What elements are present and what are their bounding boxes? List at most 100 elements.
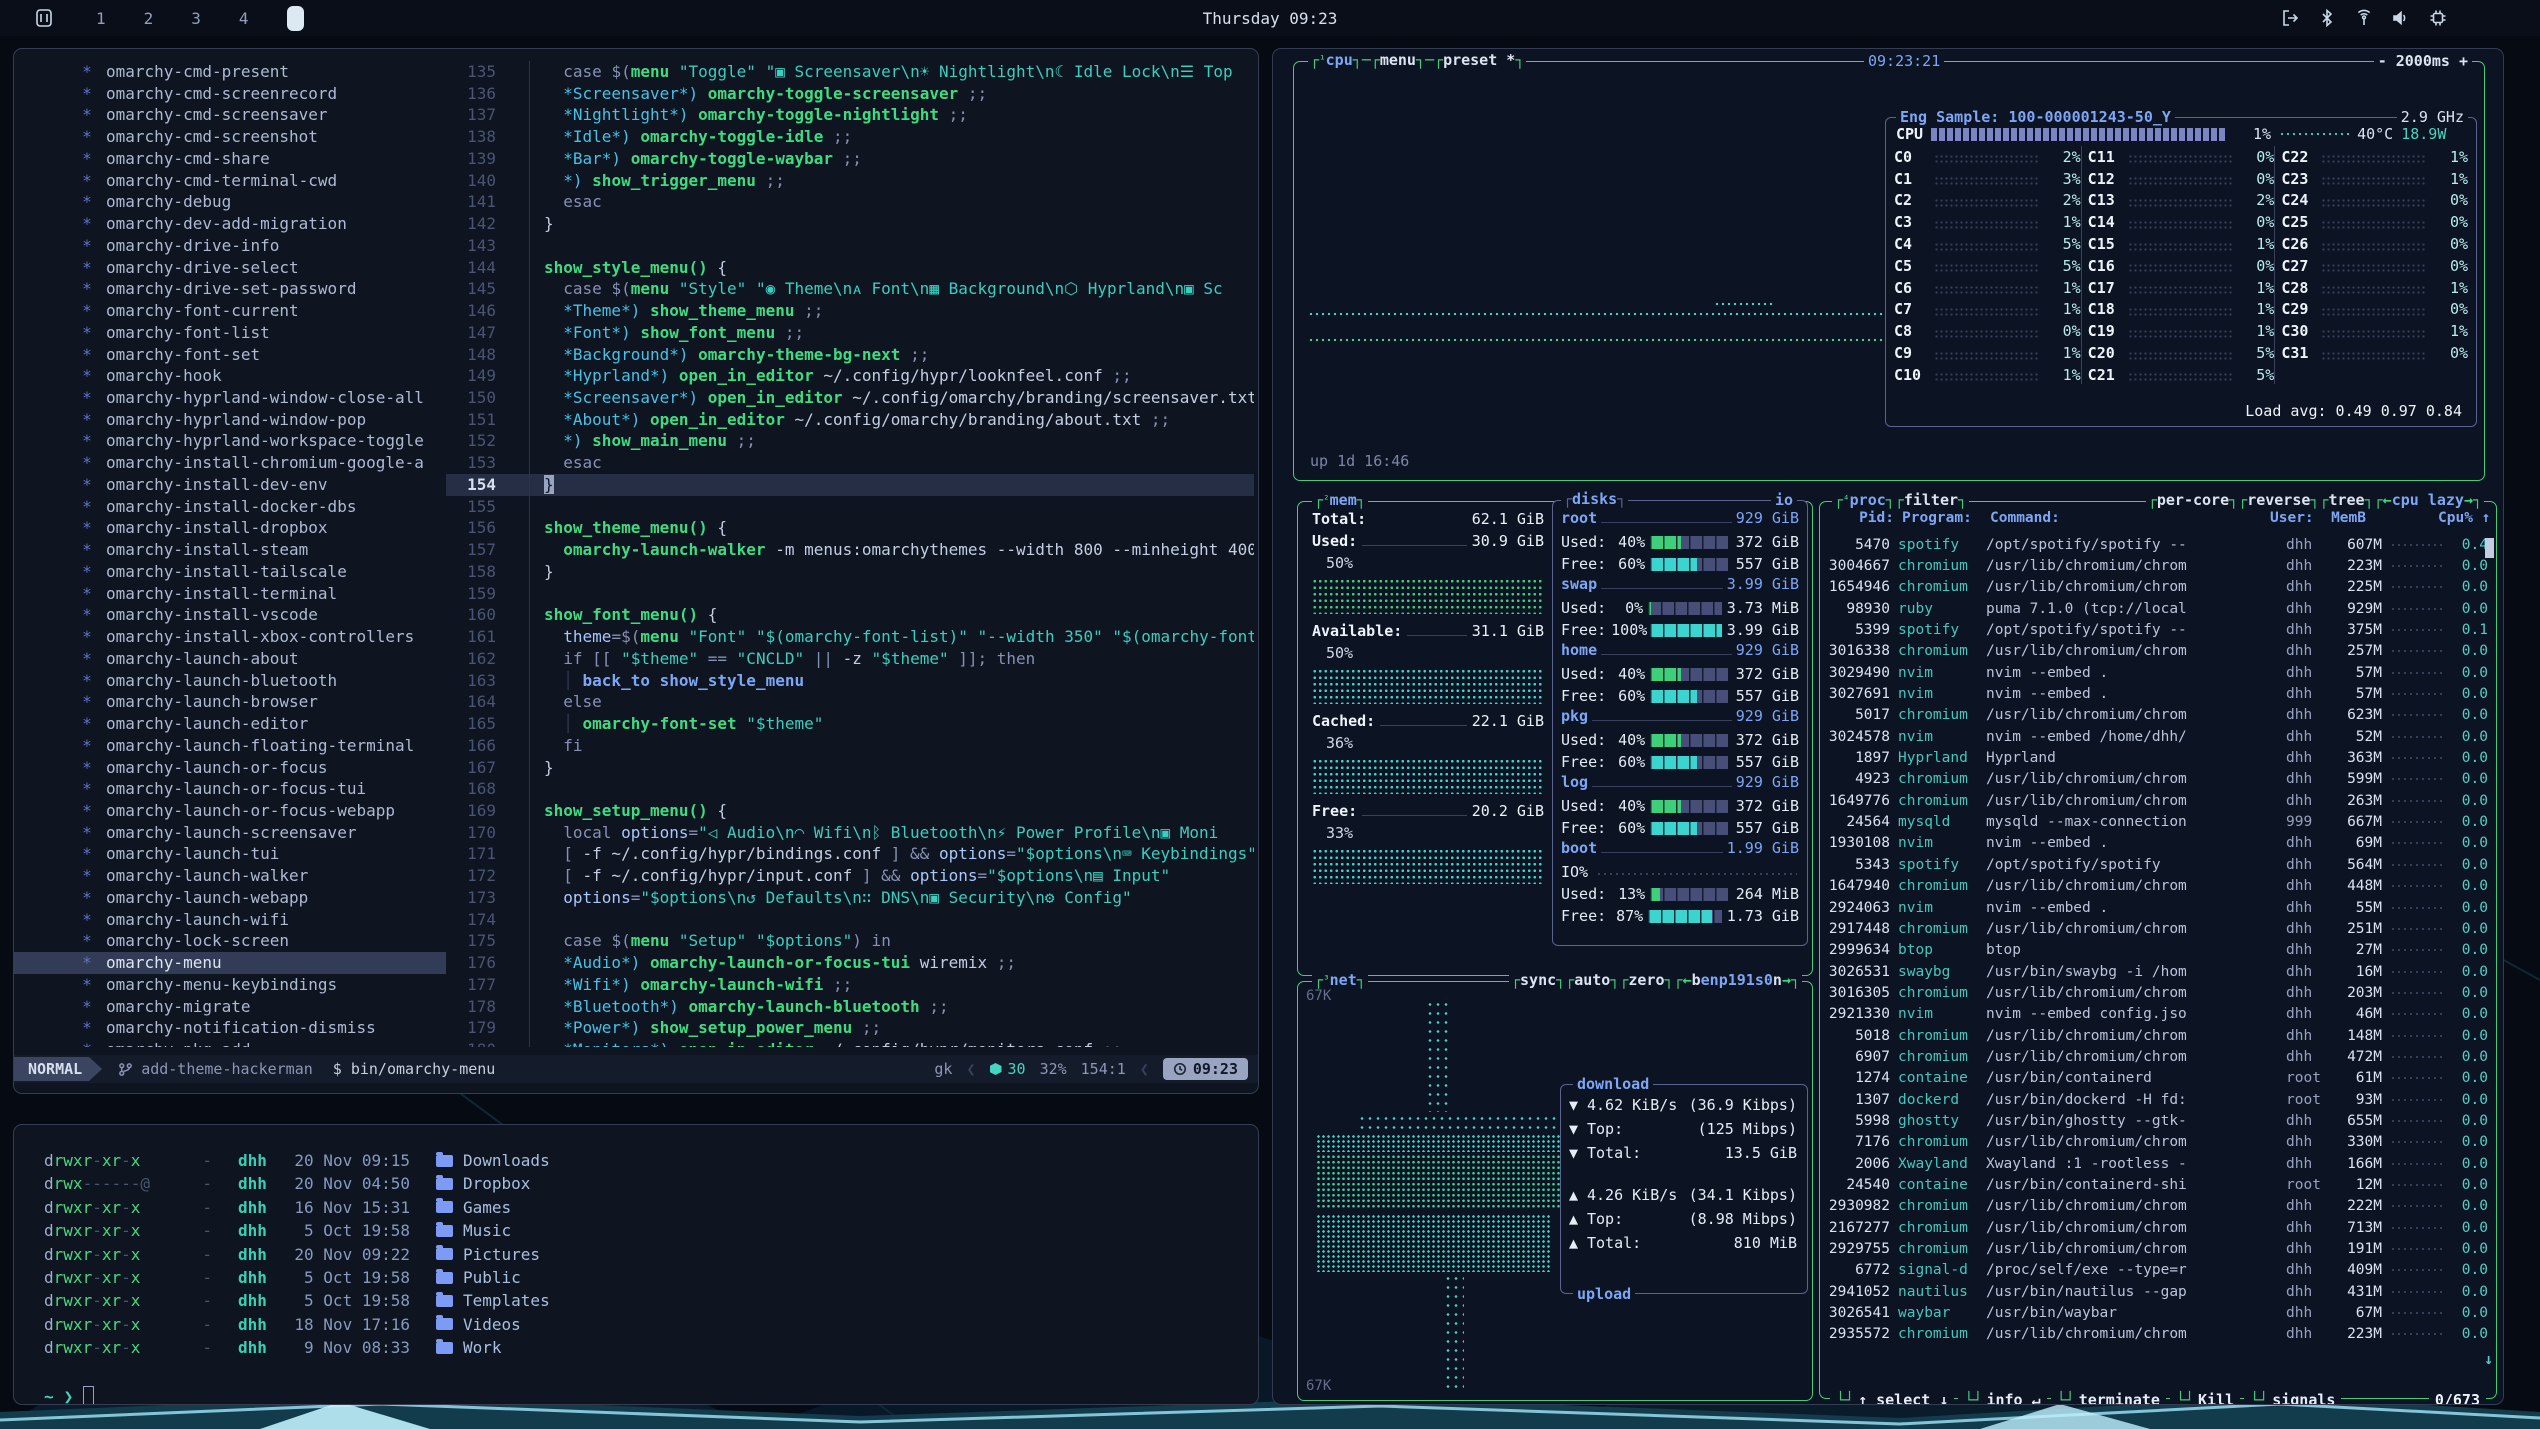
process-row[interactable]: 2924063 nvim nvim --embed . dhh 55M 0.0 bbox=[1828, 897, 2488, 918]
tree-button[interactable]: tree bbox=[2328, 491, 2364, 509]
file-item[interactable]: * omarchy-launch-floating-terminal bbox=[14, 735, 446, 757]
process-row[interactable]: 3026541 waybar /usr/bin/waybar dhh 67M 0… bbox=[1828, 1302, 2488, 1323]
file-item[interactable]: * omarchy-install-terminal bbox=[14, 583, 446, 605]
dir-row[interactable]: drwxr-xr-x - dhh 9 Nov 08:33 Work bbox=[44, 1336, 1258, 1359]
dir-row[interactable]: drwxr-xr-x - dhh 5 Oct 19:58 Public bbox=[44, 1266, 1258, 1289]
file-item[interactable]: * omarchy-hyprland-window-close-all bbox=[14, 387, 446, 409]
sync-button[interactable]: sync bbox=[1520, 971, 1556, 989]
file-item[interactable]: * omarchy-launch-or-focus bbox=[14, 757, 446, 779]
dir-row[interactable]: drwxr-xr-x - dhh 20 Nov 09:15 Downloads bbox=[44, 1149, 1258, 1172]
header-cpu[interactable]: Cpu% ↑ bbox=[2438, 510, 2482, 526]
file-item[interactable]: * omarchy-launch-about bbox=[14, 648, 446, 670]
footer-action[interactable]: signals bbox=[2244, 1391, 2341, 1405]
file-item[interactable]: * omarchy-launch-screensaver bbox=[14, 822, 446, 844]
code-pane[interactable]: 135 case $(menu "Toggle" "▣ Screensaver\… bbox=[446, 61, 1254, 1047]
file-item[interactable]: * omarchy-dev-add-migration bbox=[14, 213, 446, 235]
footer-action[interactable]: info ↵ bbox=[1958, 1391, 2046, 1405]
process-row[interactable]: 2921330 nvim nvim --embed config.jso dhh… bbox=[1828, 1004, 2488, 1025]
dir-row[interactable]: drwxr-xr-x - dhh 20 Nov 09:22 Pictures bbox=[44, 1243, 1258, 1266]
reverse-button[interactable]: reverse bbox=[2247, 491, 2310, 509]
preset-button[interactable]: preset * bbox=[1443, 51, 1515, 69]
process-row[interactable]: 5017 chromium /usr/lib/chromium/chrom dh… bbox=[1828, 705, 2488, 726]
process-row[interactable]: 3016338 chromium /usr/lib/chromium/chrom… bbox=[1828, 641, 2488, 662]
process-row[interactable]: 2167277 chromium /usr/lib/chromium/chrom… bbox=[1828, 1217, 2488, 1238]
file-item[interactable]: * omarchy-cmd-present bbox=[14, 61, 446, 83]
footer-action[interactable]: Kill bbox=[2170, 1391, 2240, 1405]
process-row[interactable]: 2930982 chromium /usr/lib/chromium/chrom… bbox=[1828, 1196, 2488, 1217]
shell-prompt[interactable]: ~ ❯ bbox=[44, 1386, 1258, 1405]
process-row[interactable]: 6772 signal-d /proc/self/exe --type=r dh… bbox=[1828, 1260, 2488, 1281]
file-item[interactable]: * omarchy-cmd-share bbox=[14, 148, 446, 170]
process-row[interactable]: 98930 ruby puma 7.1.0 (tcp://local dhh 9… bbox=[1828, 598, 2488, 619]
header-program[interactable]: Program: bbox=[1902, 510, 1982, 526]
file-item[interactable]: * omarchy-launch-tui bbox=[14, 843, 446, 865]
file-item[interactable]: * omarchy-install-vscode bbox=[14, 604, 446, 626]
file-item[interactable]: * omarchy-install-dropbox bbox=[14, 517, 446, 539]
file-item[interactable]: * omarchy-drive-info bbox=[14, 235, 446, 257]
file-item[interactable]: * omarchy-cmd-screenshot bbox=[14, 126, 446, 148]
sort-left-arrow[interactable]: ← bbox=[2383, 491, 2392, 509]
file-item[interactable]: * omarchy-font-list bbox=[14, 322, 446, 344]
process-row[interactable]: 1649776 chromium /usr/lib/chromium/chrom… bbox=[1828, 790, 2488, 811]
process-row[interactable]: 2917448 chromium /usr/lib/chromium/chrom… bbox=[1828, 918, 2488, 939]
process-row[interactable]: 2941052 nautilus /usr/bin/nautilus --gap… bbox=[1828, 1281, 2488, 1302]
file-item[interactable]: * omarchy-font-set bbox=[14, 344, 446, 366]
file-item[interactable]: * omarchy-cmd-terminal-cwd bbox=[14, 170, 446, 192]
file-item[interactable]: * omarchy-drive-select bbox=[14, 257, 446, 279]
header-user[interactable]: User: bbox=[2270, 510, 2310, 526]
auto-button[interactable]: auto bbox=[1574, 971, 1610, 989]
interval-minus-button[interactable]: - bbox=[2378, 52, 2387, 70]
menu-button[interactable]: menu bbox=[1380, 51, 1416, 69]
zero-button[interactable]: zero bbox=[1628, 971, 1664, 989]
per-core-button[interactable]: per-core bbox=[2157, 491, 2229, 509]
file-item[interactable]: * omarchy-notification-dismiss bbox=[14, 1017, 446, 1039]
file-item[interactable]: * omarchy-font-current bbox=[14, 300, 446, 322]
process-row[interactable]: 3027691 nvim nvim --embed . dhh 57M 0.0 bbox=[1828, 683, 2488, 704]
file-item[interactable]: * omarchy-migrate bbox=[14, 996, 446, 1018]
process-row[interactable]: 2929755 chromium /usr/lib/chromium/chrom… bbox=[1828, 1238, 2488, 1259]
file-item[interactable]: * omarchy-launch-or-focus-tui bbox=[14, 778, 446, 800]
scroll-down-icon[interactable]: ↓ bbox=[2484, 1350, 2493, 1368]
process-row[interactable]: 7176 chromium /usr/lib/chromium/chrom dh… bbox=[1828, 1132, 2488, 1153]
process-row[interactable]: 6907 chromium /usr/lib/chromium/chrom dh… bbox=[1828, 1046, 2488, 1067]
process-row[interactable]: 5343 spotify /opt/spotify/spotify dhh 56… bbox=[1828, 854, 2488, 875]
file-item[interactable]: * omarchy-launch-wifi bbox=[14, 909, 446, 931]
process-row[interactable]: 2999634 btop btop dhh 27M 0.0 bbox=[1828, 940, 2488, 961]
process-row[interactable]: 3029490 nvim nvim --embed . dhh 57M 0.0 bbox=[1828, 662, 2488, 683]
process-row[interactable]: 5470 spotify /opt/spotify/spotify -- dhh… bbox=[1828, 534, 2488, 555]
process-scrollbar-thumb[interactable] bbox=[2485, 538, 2494, 558]
file-item[interactable]: * omarchy-install-xbox-controllers bbox=[14, 626, 446, 648]
file-item[interactable]: * omarchy-menu-keybindings bbox=[14, 974, 446, 996]
file-item[interactable]: * omarchy-install-steam bbox=[14, 539, 446, 561]
header-mem[interactable]: MemB bbox=[2318, 510, 2366, 526]
file-item[interactable]: * omarchy-install-chromium-google-a bbox=[14, 452, 446, 474]
process-row[interactable]: 1307 dockerd /usr/bin/dockerd -H fd: roo… bbox=[1828, 1089, 2488, 1110]
footer-action[interactable]: terminate bbox=[2051, 1391, 2166, 1405]
dir-row[interactable]: drwx------@ - dhh 20 Nov 04:50 Dropbox bbox=[44, 1172, 1258, 1195]
file-item[interactable]: * omarchy-hyprland-window-pop bbox=[14, 409, 446, 431]
process-row[interactable]: 24540 containe /usr/bin/containerd-shi r… bbox=[1828, 1174, 2488, 1195]
dir-row[interactable]: drwxr-xr-x - dhh 5 Oct 19:58 Music bbox=[44, 1219, 1258, 1242]
process-row[interactable]: 5998 ghostty /usr/bin/ghostty --gtk- dhh… bbox=[1828, 1110, 2488, 1131]
file-item[interactable]: * omarchy-launch-bluetooth bbox=[14, 670, 446, 692]
io-toggle[interactable]: io bbox=[1771, 491, 1797, 509]
file-item[interactable]: * omarchy-launch-or-focus-webapp bbox=[14, 800, 446, 822]
process-row[interactable]: 5399 spotify /opt/spotify/spotify -- dhh… bbox=[1828, 619, 2488, 640]
file-item[interactable]: * omarchy-hook bbox=[14, 365, 446, 387]
file-item[interactable]: * omarchy-launch-walker bbox=[14, 865, 446, 887]
file-item[interactable]: * omarchy-install-docker-dbs bbox=[14, 496, 446, 518]
process-row[interactable]: 3004667 chromium /usr/lib/chromium/chrom… bbox=[1828, 555, 2488, 576]
file-item[interactable]: * omarchy-launch-webapp bbox=[14, 887, 446, 909]
file-item[interactable]: * omarchy-pkg-add bbox=[14, 1039, 446, 1047]
file-item[interactable]: * omarchy-install-tailscale bbox=[14, 561, 446, 583]
process-row[interactable]: 3024578 nvim nvim --embed /home/dhh/ dhh… bbox=[1828, 726, 2488, 747]
file-item[interactable]: * omarchy-cmd-screenrecord bbox=[14, 83, 446, 105]
file-item[interactable]: * omarchy-cmd-screensaver bbox=[14, 104, 446, 126]
process-row[interactable]: 1647940 chromium /usr/lib/chromium/chrom… bbox=[1828, 876, 2488, 897]
file-item[interactable]: * omarchy-lock-screen bbox=[14, 930, 446, 952]
process-row[interactable]: 1654946 chromium /usr/lib/chromium/chrom… bbox=[1828, 577, 2488, 598]
dir-row[interactable]: drwxr-xr-x - dhh 16 Nov 15:31 Games bbox=[44, 1196, 1258, 1219]
process-row[interactable]: 3016305 chromium /usr/lib/chromium/chrom… bbox=[1828, 982, 2488, 1003]
process-row[interactable]: 1274 containe /usr/bin/containerd root 6… bbox=[1828, 1068, 2488, 1089]
file-item[interactable]: * omarchy-install-dev-env bbox=[14, 474, 446, 496]
